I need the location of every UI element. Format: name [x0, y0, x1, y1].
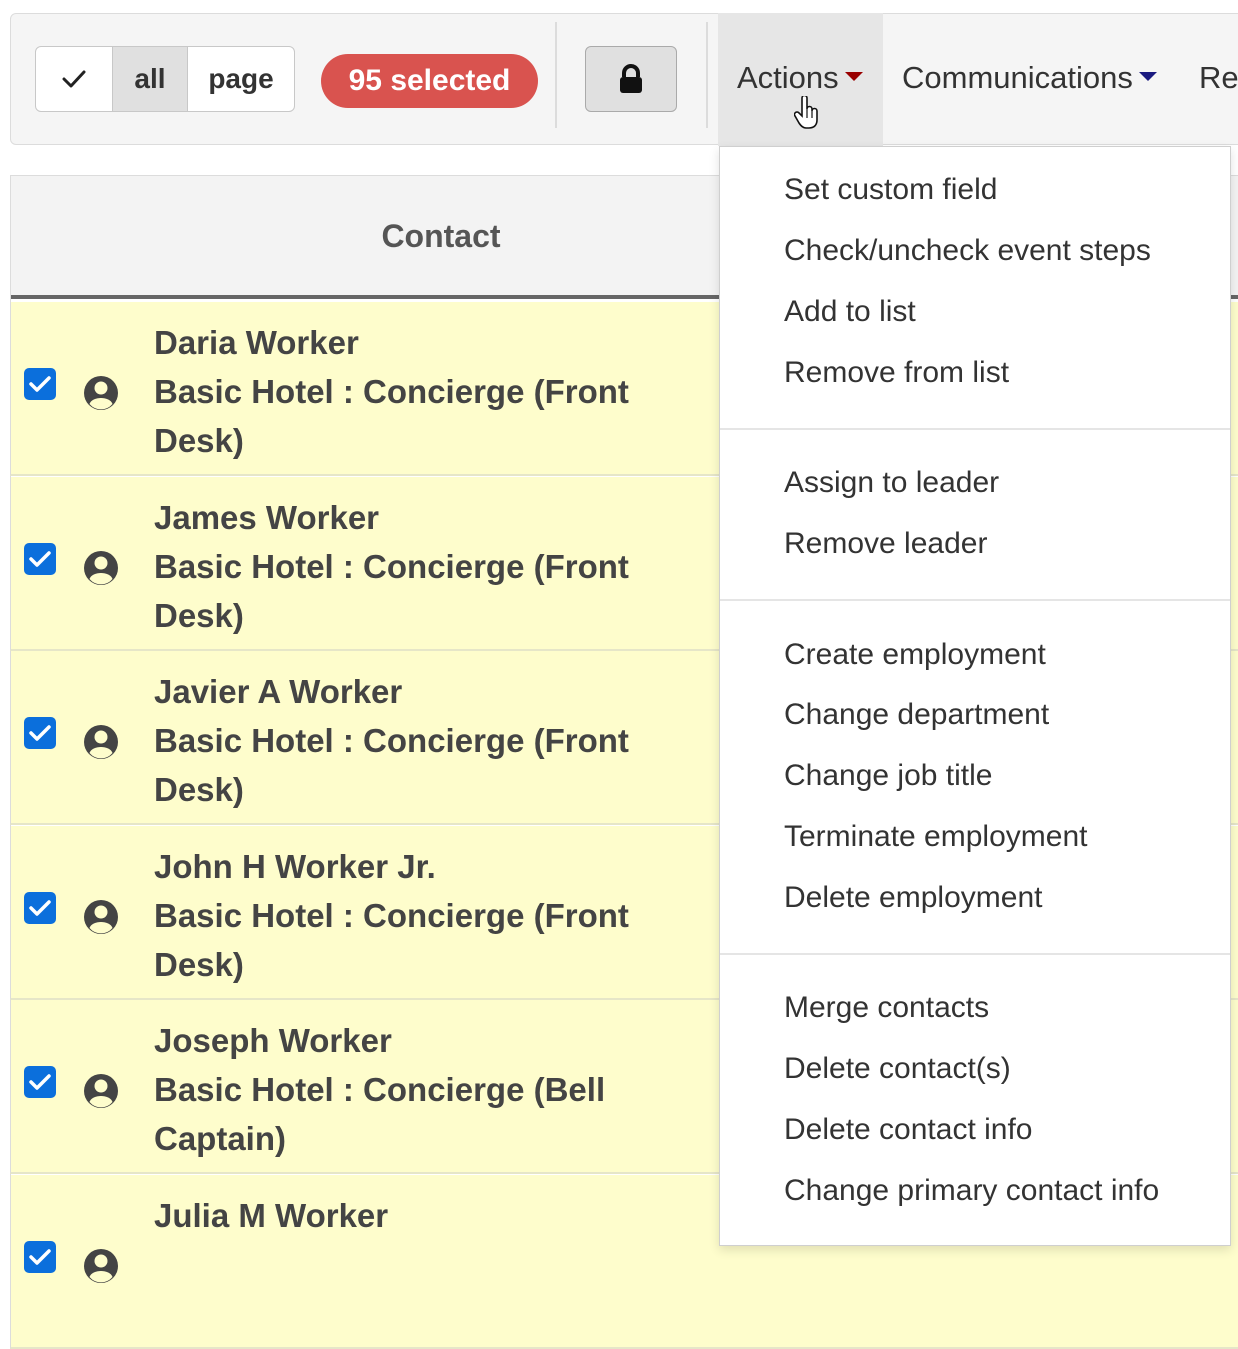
actions-dropdown-menu: Set custom field Check/uncheck event ste… [719, 146, 1231, 1246]
row-checkbox[interactable] [24, 892, 56, 924]
select-check-button[interactable] [36, 47, 113, 111]
contact-employment: Basic Hotel : Concierge (Front Desk) [154, 897, 629, 983]
menu-item-terminate-employment[interactable]: Terminate employment [784, 820, 1087, 854]
check-icon [29, 900, 51, 916]
menu-item-check-uncheck-event-steps[interactable]: Check/uncheck event steps [784, 234, 1151, 268]
menu-item-remove-leader[interactable]: Remove leader [784, 527, 987, 561]
contact-name[interactable]: Daria Worker [154, 318, 714, 367]
menu-item-change-department[interactable]: Change department [784, 698, 1049, 732]
row-checkbox[interactable] [24, 543, 56, 575]
check-icon [29, 1249, 51, 1265]
menu-item-assign-to-leader[interactable]: Assign to leader [784, 466, 999, 500]
selected-count-badge: 95 selected [321, 54, 538, 108]
hand-pointer-cursor-icon [794, 96, 818, 129]
lock-button[interactable] [585, 46, 677, 112]
communications-label: Communications [902, 60, 1133, 95]
menu-item-add-to-list[interactable]: Add to list [784, 295, 916, 329]
check-icon [29, 725, 51, 741]
contact-employment: Basic Hotel : Concierge (Front Desk) [154, 548, 629, 634]
contact-person-icon [83, 899, 119, 935]
toolbar-divider [706, 22, 708, 128]
menu-item-delete-contacts[interactable]: Delete contact(s) [784, 1052, 1011, 1086]
row-checkbox[interactable] [24, 1241, 56, 1273]
menu-divider [720, 599, 1230, 601]
contact-person-icon [83, 724, 119, 760]
check-icon [29, 376, 51, 392]
check-icon [29, 1074, 51, 1090]
row-checkbox[interactable] [24, 368, 56, 400]
caret-down-icon [844, 72, 863, 82]
reports-menu-button[interactable]: Re [1199, 60, 1238, 96]
select-page-button[interactable]: page [188, 47, 294, 111]
contact-person-icon [83, 1073, 119, 1109]
contact-person-icon [83, 550, 119, 586]
contact-employment: Basic Hotel : Concierge (Bell Captain) [154, 1071, 606, 1157]
check-icon [29, 551, 51, 567]
menu-divider [720, 428, 1230, 430]
contact-employment: Basic Hotel : Concierge (Front Desk) [154, 722, 629, 808]
contact-name[interactable]: Joseph Worker [154, 1016, 714, 1065]
contact-name[interactable]: Javier A Worker [154, 667, 714, 716]
menu-item-merge-contacts[interactable]: Merge contacts [784, 991, 989, 1025]
contact-person-icon [83, 375, 119, 411]
communications-menu-button[interactable]: Communications [902, 60, 1157, 96]
row-checkbox[interactable] [24, 1066, 56, 1098]
menu-item-change-primary-contact-info[interactable]: Change primary contact info [784, 1174, 1159, 1208]
menu-item-remove-from-list[interactable]: Remove from list [784, 356, 1009, 390]
toolbar-divider [555, 22, 557, 128]
menu-item-change-job-title[interactable]: Change job title [784, 759, 992, 793]
menu-item-delete-contact-info[interactable]: Delete contact info [784, 1113, 1032, 1147]
row-checkbox[interactable] [24, 717, 56, 749]
menu-item-set-custom-field[interactable]: Set custom field [784, 173, 997, 207]
actions-menu-button[interactable]: Actions [737, 60, 863, 96]
menu-divider [720, 953, 1230, 955]
check-icon [62, 70, 86, 88]
actions-label: Actions [737, 60, 839, 95]
menu-item-delete-employment[interactable]: Delete employment [784, 881, 1042, 915]
menu-item-create-employment[interactable]: Create employment [784, 638, 1046, 672]
contact-employment: Basic Hotel : Concierge (Front Desk) [154, 373, 629, 459]
selection-toggle-group: all page [35, 46, 295, 112]
select-all-button[interactable]: all [113, 47, 188, 111]
contact-name[interactable]: Julia M Worker [154, 1191, 714, 1240]
caret-down-icon [1138, 72, 1157, 82]
lock-icon [620, 64, 642, 93]
contact-person-icon [83, 1248, 119, 1284]
contact-name[interactable]: John H Worker Jr. [154, 842, 714, 891]
contact-name[interactable]: James Worker [154, 493, 714, 542]
